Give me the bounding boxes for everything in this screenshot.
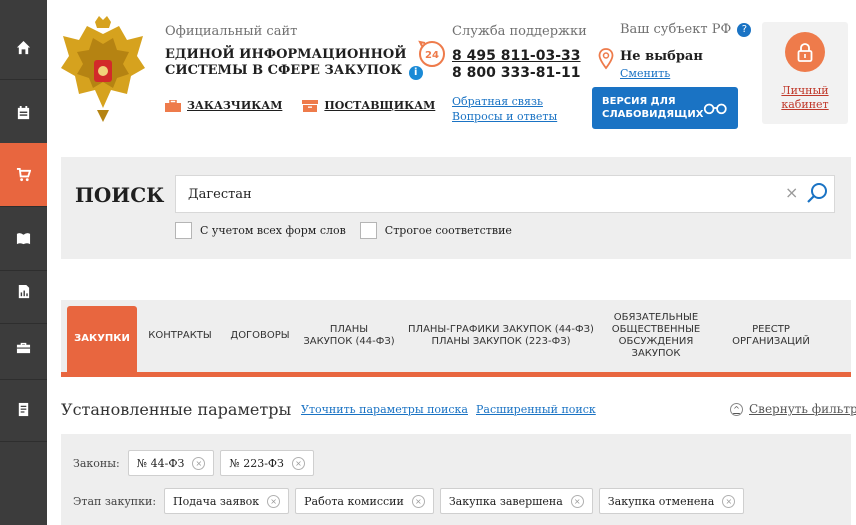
report-icon (18, 284, 30, 299)
region-change-link[interactable]: Сменить (620, 67, 670, 80)
filter-chip: Закупка завершена × (439, 488, 593, 514)
lock-icon (797, 43, 813, 62)
advanced-search-link[interactable]: Расширенный поиск (476, 403, 596, 416)
tab-organizations-registry[interactable]: РЕЕСТР ОРГАНИЗАЦИЙ (711, 300, 831, 372)
filter-chip: Закупка отменена × (598, 488, 745, 514)
tab-agreements[interactable]: ДОГОВОРЫ (223, 300, 297, 372)
sidebar-item-home[interactable] (0, 16, 47, 80)
glasses-icon (704, 103, 728, 115)
svg-text:24: 24 (425, 50, 439, 61)
briefcase-icon (165, 99, 181, 112)
chevron-up-icon: ^ (730, 402, 743, 416)
customers-link[interactable]: ЗАКАЗЧИКАМ (165, 99, 282, 112)
applied-filters: Законы: № 44-ФЗ × № 223-ФЗ × Этап закупки:… (61, 434, 851, 525)
suppliers-link[interactable]: ПОСТАВЩИКАМ (302, 99, 435, 112)
registry-tabs: ЗАКУПКИ КОНТРАКТЫ ДОГОВОРЫ ПЛАНЫ ЗАКУПОК… (61, 300, 851, 377)
remove-icon[interactable]: × (291, 456, 305, 470)
tab-public-discussions[interactable]: ОБЯЗАТЕЛЬНЫЕ ОБЩЕСТВЕННЫЕ ОБСУЖДЕНИЯ ЗАК… (601, 300, 711, 372)
tab-plan-schedules[interactable]: ПЛАНЫ-ГРАФИКИ ЗАКУПОК (44-ФЗ) ПЛАНЫ ЗАКУ… (401, 300, 601, 372)
accessibility-version-button[interactable]: ВЕРСИЯ ДЛЯ СЛАБОВИДЯЩИХ (592, 87, 738, 129)
help-icon[interactable]: ? (737, 22, 752, 37)
remove-icon[interactable]: × (722, 494, 736, 508)
support-24-icon: 24 (418, 40, 445, 67)
search-icon[interactable] (806, 181, 830, 205)
personal-cabinet-button[interactable]: Личный кабинет (762, 22, 848, 124)
location-pin-icon (598, 48, 614, 70)
site-info: Официальный сайт ЕДИНОЙ ИНФОРМАЦИОННОЙ С… (165, 24, 423, 80)
remove-icon[interactable]: × (570, 494, 584, 508)
box-icon (302, 99, 319, 112)
strict-match-checkbox[interactable]: Строгое соответствие (359, 222, 512, 239)
laws-filter-row: Законы: № 44-ФЗ × № 223-ФЗ × (73, 450, 314, 476)
search-options: С учетом всех форм слов Строгое соответс… (175, 222, 512, 239)
region-value: Не выбран (620, 49, 703, 64)
stage-filter-row: Этап закупки: Подача заявок × Работа коми… (73, 488, 745, 514)
site-title: ЕДИНОЙ ИНФОРМАЦИОННОЙ СИСТЕМЫ В СФЕРЕ ЗА… (165, 47, 423, 80)
filter-chip: № 44-ФЗ × (127, 450, 215, 476)
phone-2[interactable]: 8 800 333-81-11 (452, 65, 581, 82)
tab-purchases[interactable]: ЗАКУПКИ (67, 306, 137, 372)
support-links: Обратная связь Вопросы и ответы (452, 94, 557, 124)
search-title: ПОИСК (75, 183, 165, 207)
book-icon (16, 233, 31, 245)
laws-label: Законы: (73, 456, 120, 470)
tab-procurement-plans[interactable]: ПЛАНЫ ЗАКУПОК (44-ФЗ) (297, 300, 401, 372)
role-links: ЗАКАЗЧИКАМ ПОСТАВЩИКАМ (165, 99, 435, 112)
remove-icon[interactable]: × (192, 456, 206, 470)
sidebar-item-purchases[interactable] (0, 143, 47, 207)
filter-chip: Подача заявок × (164, 488, 290, 514)
remove-icon[interactable]: × (267, 494, 281, 508)
info-icon[interactable]: i (408, 66, 423, 80)
official-label: Официальный сайт (165, 24, 298, 39)
cart-icon (16, 167, 31, 182)
search-panel: ПОИСК × С учетом всех форм слов Строгое … (61, 157, 851, 259)
home-icon (16, 40, 31, 55)
params-title: Установленные параметры (61, 400, 292, 419)
sidebar (0, 0, 47, 525)
filter-chip: Работа комиссии × (295, 488, 434, 514)
document-icon (18, 402, 29, 417)
sidebar-item-reports[interactable] (0, 260, 47, 324)
remove-icon[interactable]: × (411, 494, 425, 508)
faq-link[interactable]: Вопросы и ответы (452, 109, 557, 124)
refine-search-link[interactable]: Уточнить параметры поиска (301, 403, 468, 416)
all-word-forms-checkbox[interactable]: С учетом всех форм слов (175, 222, 346, 239)
region-label: Ваш субъект РФ ? (620, 22, 752, 37)
stage-label: Этап закупки: (73, 494, 157, 508)
coat-of-arms-icon[interactable] (57, 16, 149, 124)
feedback-link[interactable]: Обратная связь (452, 94, 557, 109)
sidebar-item-business[interactable] (0, 316, 47, 380)
support-label: Служба поддержки (452, 24, 587, 39)
sidebar-item-calendar[interactable] (0, 81, 47, 145)
filter-chip: № 223-ФЗ × (220, 450, 314, 476)
support-phones: 8 495 811-03-33 8 800 333-81-11 (452, 48, 581, 82)
sidebar-item-documents[interactable] (0, 378, 47, 442)
checkbox-box[interactable] (359, 222, 377, 239)
personal-cabinet-label: Личный кабинет (781, 84, 829, 111)
collapse-filter-button[interactable]: ^ Свернуть фильтр (730, 402, 856, 416)
tab-contracts[interactable]: КОНТРАКТЫ (137, 300, 223, 372)
calendar-icon (17, 105, 30, 120)
phone-1[interactable]: 8 495 811-03-33 (452, 48, 581, 65)
briefcase-icon (16, 342, 31, 354)
clear-icon[interactable]: × (785, 183, 798, 202)
checkbox-box[interactable] (175, 222, 192, 239)
search-input[interactable] (175, 175, 835, 213)
